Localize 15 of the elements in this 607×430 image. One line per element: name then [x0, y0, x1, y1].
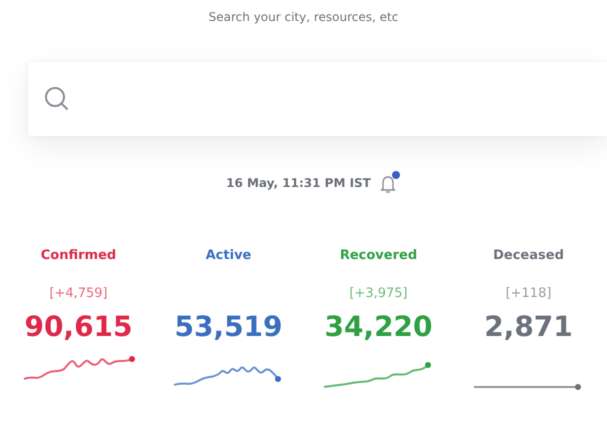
- stat-value: 53,519: [174, 310, 283, 343]
- stat-label: Confirmed: [40, 248, 116, 265]
- search-hint: Search your city, resources, etc: [208, 10, 398, 24]
- stat-label: Active: [206, 248, 252, 265]
- stat-label: Deceased: [493, 248, 564, 265]
- stat-delta: [+118]: [506, 286, 552, 303]
- search-icon: [44, 86, 70, 112]
- stat-value: 2,871: [484, 310, 573, 343]
- search-field[interactable]: [28, 62, 607, 136]
- stat-value: 90,615: [24, 310, 133, 343]
- stat-delta: [+4,759]: [49, 286, 108, 303]
- stat-delta: [+3,975]: [349, 286, 408, 303]
- last-updated-time: 16 May, 11:31 PM IST: [226, 176, 371, 190]
- stat-label: Recovered: [340, 248, 418, 265]
- stat-value: 34,220: [324, 310, 433, 343]
